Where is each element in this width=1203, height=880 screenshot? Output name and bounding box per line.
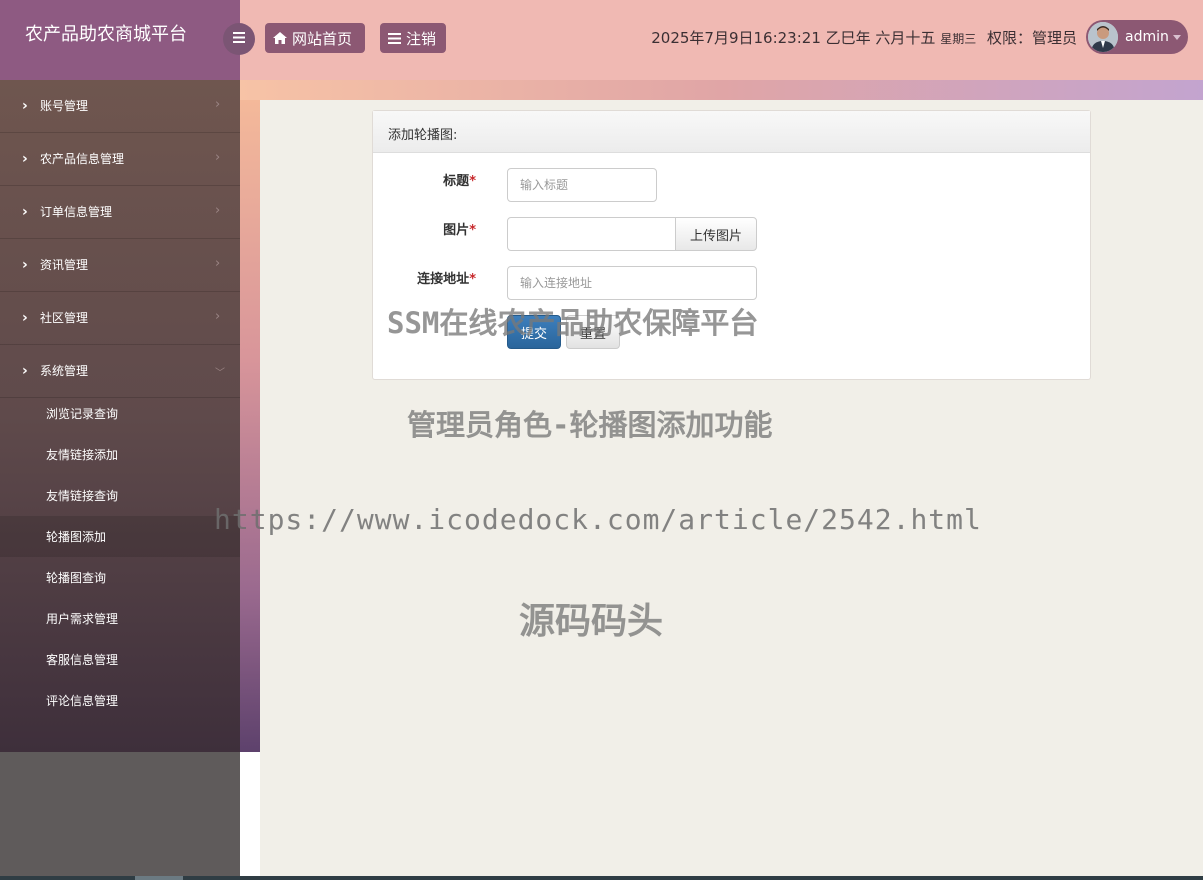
chevron-right-icon: › <box>215 256 221 271</box>
sidebar-subitem-add-link[interactable]: 友情链接添加 <box>0 434 240 475</box>
link-field-label: 连接地址* <box>417 272 476 287</box>
sidebar-subitem-service-info[interactable]: 客服信息管理 <box>0 639 240 680</box>
watermark-brand: 源码码头 <box>519 601 664 642</box>
content-edge-gradient <box>240 100 260 752</box>
sidebar-item-label: 资讯管理 <box>40 258 89 272</box>
sidebar-item-label: 农产品信息管理 <box>40 152 125 166</box>
title-field-label: 标题* <box>443 174 476 189</box>
sidebar: › 账号管理 › › 农产品信息管理 › › 订单信息管理 › › 资讯管理 ›… <box>0 80 240 752</box>
bottom-bar <box>0 876 1203 880</box>
image-path-input[interactable] <box>507 217 676 251</box>
home-button-label: 网站首页 <box>292 29 353 48</box>
header-info: 2025年7月9日16:23:21 乙巳年 六月十五 星期三 权限：管理员 <box>651 27 1077 48</box>
upload-image-button[interactable]: 上传图片 <box>675 217 757 251</box>
sidebar-item-label: 系统管理 <box>40 364 89 378</box>
sidebar-subitem-label: 友情链接添加 <box>46 448 119 462</box>
gradient-strip <box>240 80 1203 100</box>
sidebar-subitem-label: 用户需求管理 <box>46 612 119 626</box>
sidebar-item-news[interactable]: › 资讯管理 › <box>0 239 240 292</box>
chevron-right-icon: › <box>215 150 221 165</box>
sidebar-subitem-label: 客服信息管理 <box>46 653 119 667</box>
sidebar-subitem-add-carousel[interactable]: 轮播图添加 <box>0 516 240 557</box>
sidebar-item-accounts[interactable]: › 账号管理 › <box>0 80 240 133</box>
datetime-text: 2025年7月9日16:23:21 乙巳年 六月十五 <box>651 29 936 47</box>
chevron-right-icon: › <box>22 310 28 326</box>
panel-title: 添加轮播图: <box>388 128 458 143</box>
chevron-right-icon: › <box>215 309 221 324</box>
sidebar-item-system[interactable]: › 系统管理 ﹀ <box>0 345 240 398</box>
home-icon <box>273 32 287 44</box>
sidebar-subitem-label: 浏览记录查询 <box>46 407 119 421</box>
title-input[interactable] <box>507 168 657 202</box>
sidebar-subitem-label: 轮播图查询 <box>46 571 107 585</box>
top-header: 农产品助农商城平台 网站首页 注销 2025年7月9日16:23:21 乙巳年 … <box>0 0 1203 80</box>
sidebar-subitem-query-carousel[interactable]: 轮播图查询 <box>0 557 240 598</box>
sidebar-item-label: 订单信息管理 <box>40 205 113 219</box>
chevron-right-icon: › <box>215 97 221 112</box>
chevron-right-icon: › <box>22 257 28 273</box>
sidebar-item-label: 账号管理 <box>40 99 89 113</box>
panel-header: 添加轮播图: <box>373 111 1090 153</box>
sidebar-subitem-comments[interactable]: 评论信息管理 <box>0 680 240 721</box>
bars-icon <box>233 31 245 47</box>
sidebar-item-community[interactable]: › 社区管理 › <box>0 292 240 345</box>
chevron-right-icon: › <box>22 98 28 114</box>
home-button[interactable]: 网站首页 <box>265 23 365 53</box>
sidebar-item-label: 社区管理 <box>40 311 89 325</box>
sidebar-subitem-user-needs[interactable]: 用户需求管理 <box>0 598 240 639</box>
chevron-right-icon: › <box>215 203 221 218</box>
sidebar-item-products[interactable]: › 农产品信息管理 › <box>0 133 240 186</box>
watermark-title: SSM在线农产品助农保障平台 <box>387 306 759 340</box>
image-field-label: 图片* <box>443 223 476 238</box>
sidebar-subitem-browse-history[interactable]: 浏览记录查询 <box>0 393 240 434</box>
chevron-down-icon: ﹀ <box>215 368 225 379</box>
logout-button-label: 注销 <box>406 29 437 48</box>
sidebar-subitem-label: 轮播图添加 <box>46 530 107 544</box>
watermark-subtitle: 管理员角色-轮播图添加功能 <box>407 408 773 442</box>
user-menu[interactable]: admin <box>1086 20 1188 54</box>
sidebar-subitem-query-link[interactable]: 友情链接查询 <box>0 475 240 516</box>
sidebar-subitem-label: 友情链接查询 <box>46 489 119 503</box>
link-url-input[interactable] <box>507 266 757 300</box>
caret-down-icon <box>1173 35 1181 40</box>
permission-text: 权限：管理员 <box>986 29 1077 47</box>
avatar <box>1088 22 1118 52</box>
chevron-right-icon: › <box>22 204 28 220</box>
sidebar-footer-area <box>0 752 240 880</box>
sidebar-item-orders[interactable]: › 订单信息管理 › <box>0 186 240 239</box>
weekday-text: 星期三 <box>940 32 977 46</box>
list-icon <box>388 32 401 44</box>
chevron-right-icon: › <box>22 363 28 379</box>
logout-button[interactable]: 注销 <box>380 23 446 53</box>
brand-title: 农产品助农商城平台 <box>25 24 187 45</box>
sidebar-subitem-label: 评论信息管理 <box>46 694 119 708</box>
username: admin <box>1125 29 1169 45</box>
brand-area: 农产品助农商城平台 <box>0 0 240 80</box>
sidebar-toggle-button[interactable] <box>223 23 255 55</box>
chevron-right-icon: › <box>22 151 28 167</box>
watermark-url: https://www.icodedock.com/article/2542.h… <box>214 503 982 536</box>
